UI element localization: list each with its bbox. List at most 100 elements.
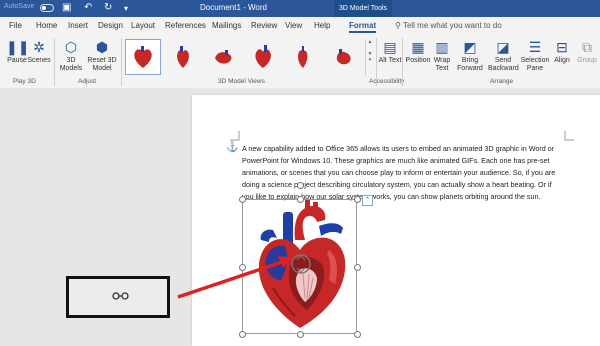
tab-references[interactable]: References [165,21,206,30]
rotate-handle[interactable] [297,182,304,189]
resize-handle[interactable] [297,331,304,338]
document-title: Document1 - Word [200,3,267,12]
ribbon-separator [54,38,55,86]
title-bar: AutoSave ▣ ↶ ↻ ▾ Document1 - Word 3D Mod… [0,0,600,17]
reset-3d-model-label: Reset 3D Model [87,57,117,72]
position-button[interactable]: ▦ Position [405,39,431,65]
alt-text-label: Alt Text [378,57,402,64]
views-group-label: 3D Model Views [218,78,265,85]
pause-label: Pause [7,57,27,64]
arrange-group-label: Arrange [490,78,514,85]
selection-pane-label: Selection Pane [520,57,550,72]
tab-format[interactable]: Format [349,21,377,33]
scenes-icon: ✲ [33,39,45,55]
autosave-label: AutoSave [4,3,35,10]
view-thumbnail[interactable] [245,39,281,75]
undo-icon[interactable]: ↶ [84,2,92,13]
bring-forward-icon: ◩ [463,39,477,55]
heart-thumbnail-icon [134,46,152,68]
ribbon-tabs: File Home Insert Design Layout Reference… [0,17,600,35]
3d-model-views-gallery [125,39,363,75]
pause-button[interactable]: ❚❚ Pause [6,39,30,65]
accessibility-group-label: Accessibility [369,78,405,85]
group-label: Group [577,57,597,64]
scenes-label: Scenes [27,57,51,64]
rotate-cursor-icon [112,292,129,300]
wrap-text-label: Wrap Text [433,57,451,72]
contextual-tab-group: 3D Model Tools [334,0,392,17]
group-icon: ⧉ [582,39,592,55]
heart-thumbnail-icon [255,45,271,68]
heart-3d-model [258,200,346,328]
body-paragraph[interactable]: A new capability added to Office 365 all… [242,143,564,203]
tab-insert[interactable]: Insert [68,21,88,30]
redo-icon[interactable]: ↻ [104,2,112,13]
3d-models-label: 3D Models [59,57,83,72]
view-thumbnail[interactable] [325,39,361,75]
layout-options-button[interactable]: ⌃ [362,195,373,206]
position-label: Position [405,57,431,64]
document-page[interactable]: ⚓ A new capability added to Office 365 a… [192,95,600,346]
heart-thumbnail-icon [177,46,189,68]
send-backward-button[interactable]: ◪ Send Backward [488,39,519,73]
scenes-button[interactable]: ✲ Scenes [27,39,51,65]
resize-handle[interactable] [239,331,246,338]
tell-me-text: Tell me what you want to do [402,21,502,30]
view-thumbnail[interactable] [205,39,241,75]
tell-me-box[interactable]: ⚲ Tell me what you want to do [395,21,502,30]
bring-forward-label: Bring Forward [457,57,483,72]
3d-model-selection[interactable] [239,182,361,338]
send-backward-label: Send Backward [488,57,519,72]
resize-handle[interactable] [354,331,361,338]
bring-forward-button[interactable]: ◩ Bring Forward [456,39,484,73]
align-button[interactable]: ⊟ Align [552,39,572,65]
align-icon: ⊟ [556,39,568,55]
wrap-text-button[interactable]: ▥ Wrap Text [431,39,453,73]
resize-handle[interactable] [297,196,304,203]
heart-thumbnail-icon [336,49,351,65]
adjust-group-label: Adjust [78,78,97,85]
view-thumbnail[interactable] [285,39,321,75]
tab-file[interactable]: File [9,21,22,30]
group-button[interactable]: ⧉ Group [576,39,598,65]
gallery-scroll[interactable]: ▲ ▼ ▾ [365,39,374,75]
tab-design[interactable]: Design [98,21,123,30]
ribbon: ❚❚ Pause ✲ Scenes Play 3D ⬡ 3D Models ⬢ … [0,35,600,89]
save-icon[interactable]: ▣ [62,2,71,13]
resize-handle[interactable] [239,196,246,203]
pause-icon: ❚❚ [6,39,30,55]
tab-home[interactable]: Home [36,21,57,30]
annotation-callout-box [66,276,170,318]
cube-icon: ⬡ [64,39,78,55]
margin-corner-mark [564,131,574,141]
autosave-toggle[interactable] [40,4,54,12]
wrap-text-icon: ▥ [435,39,449,55]
margin-corner-mark [230,131,240,141]
3d-models-button[interactable]: ⬡ 3D Models [58,39,84,73]
reset-3d-model-button[interactable]: ⬢ Reset 3D Model [86,39,118,73]
tab-help[interactable]: Help [314,21,330,30]
tab-mailings[interactable]: Mailings [212,21,241,30]
send-backward-icon: ◪ [496,39,510,55]
tab-view[interactable]: View [285,21,302,30]
align-label: Align [554,57,570,64]
play3d-group-label: Play 3D [13,78,36,85]
view-thumbnail[interactable] [125,39,161,75]
resize-handle[interactable] [354,264,361,271]
alt-text-button[interactable]: ▤ Alt Text [377,39,403,65]
alt-text-icon: ▤ [383,39,397,55]
customize-icon[interactable]: ▾ [124,4,128,13]
selection-pane-icon: ☰ [528,39,542,55]
tab-review[interactable]: Review [251,21,277,30]
heart-thumbnail-icon [215,50,232,64]
selection-pane-button[interactable]: ☰ Selection Pane [520,39,550,73]
reset-cube-icon: ⬢ [95,39,109,55]
position-icon: ▦ [411,39,425,55]
heart-thumbnail-icon [298,46,308,68]
ribbon-separator [121,38,122,86]
resize-handle[interactable] [239,264,246,271]
tab-layout[interactable]: Layout [131,21,155,30]
anchor-icon[interactable]: ⚓ [226,142,238,153]
view-thumbnail[interactable] [165,39,201,75]
resize-handle[interactable] [354,196,361,203]
